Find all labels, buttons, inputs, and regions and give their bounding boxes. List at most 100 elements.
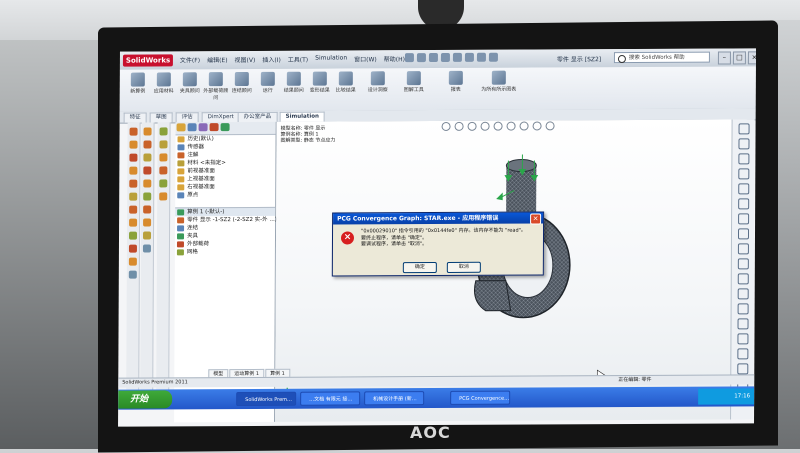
sweep-icon[interactable] xyxy=(129,167,137,175)
save-icon[interactable] xyxy=(429,53,438,62)
axis-icon[interactable] xyxy=(143,244,151,252)
move-face-icon[interactable] xyxy=(143,218,151,226)
draft-icon[interactable] xyxy=(143,153,151,161)
dimxpert-tab-icon[interactable] xyxy=(210,123,219,131)
menu-edit[interactable]: 编辑(E) xyxy=(207,55,228,64)
cmd-connections[interactable]: 连结顾问 xyxy=(228,72,256,94)
chamfer-icon[interactable] xyxy=(129,206,137,214)
design-library-icon[interactable] xyxy=(738,138,749,149)
tree-item-origin[interactable]: 原点 xyxy=(175,191,275,200)
dialog-close-button[interactable]: × xyxy=(530,213,541,224)
task-document[interactable]: …文档 有限元 接… xyxy=(300,391,360,405)
extrude-icon[interactable] xyxy=(129,141,137,149)
spline-icon[interactable] xyxy=(737,273,748,284)
file-explorer-icon[interactable] xyxy=(738,153,749,164)
cmd-apply-material[interactable]: 应用材料 xyxy=(150,72,178,94)
menu-file[interactable]: 文件(F) xyxy=(180,55,200,64)
ok-button[interactable]: 确定 xyxy=(403,262,437,273)
undo-icon[interactable] xyxy=(453,53,462,62)
resources-icon[interactable] xyxy=(738,123,749,134)
offset-icon[interactable] xyxy=(737,333,748,344)
rib-icon[interactable] xyxy=(129,232,137,240)
appearances-icon[interactable] xyxy=(738,183,749,194)
select-icon[interactable] xyxy=(465,53,474,62)
cmd-report[interactable]: 报表 xyxy=(438,71,474,93)
rebuild-icon[interactable] xyxy=(477,53,486,62)
pattern-icon[interactable] xyxy=(737,363,748,374)
mass-icon[interactable] xyxy=(159,140,167,148)
minimize-button[interactable]: – xyxy=(718,51,731,64)
rectangle-icon[interactable] xyxy=(737,258,748,269)
fillet-icon[interactable] xyxy=(129,193,137,201)
tab-evaluate[interactable]: 评估 xyxy=(176,112,199,122)
maximize-button[interactable]: □ xyxy=(733,51,746,64)
menu-view[interactable]: 视图(V) xyxy=(235,55,256,64)
cmd-fixtures[interactable]: 夹具顾问 xyxy=(176,72,204,94)
scale-icon[interactable] xyxy=(143,231,151,239)
tab-simulation[interactable]: Simulation xyxy=(280,112,325,122)
cancel-button[interactable]: 取消 xyxy=(447,262,481,273)
start-button[interactable]: 开始 xyxy=(118,390,172,408)
task-pcg[interactable]: PCG Convergence… xyxy=(450,391,510,405)
task-handbook[interactable]: 机械设计手册 (新… xyxy=(364,391,424,405)
tab-sketch[interactable]: 草图 xyxy=(150,112,173,122)
menu-help[interactable]: 帮助(H) xyxy=(384,54,405,63)
measure-icon[interactable] xyxy=(160,127,168,135)
cmd-deformed[interactable]: 变形结果 xyxy=(306,72,334,94)
thickness-icon[interactable] xyxy=(159,192,167,200)
menu-insert[interactable]: 插入(I) xyxy=(262,55,281,64)
cut-icon[interactable] xyxy=(143,140,151,148)
circle-icon[interactable] xyxy=(737,228,748,239)
close-window-button[interactable]: × xyxy=(748,51,756,64)
wrap-icon[interactable] xyxy=(143,179,151,187)
dome-icon[interactable] xyxy=(143,166,151,174)
dimension-icon[interactable] xyxy=(737,288,748,299)
tab-features[interactable]: 特征 xyxy=(124,113,147,123)
mirror-entities-icon[interactable] xyxy=(737,348,748,359)
menu-tools[interactable]: 工具(T) xyxy=(288,55,308,64)
shell-icon[interactable] xyxy=(129,219,137,227)
arc-icon[interactable] xyxy=(737,243,748,254)
display-tab-icon[interactable] xyxy=(221,123,230,131)
plane-icon[interactable] xyxy=(129,271,137,279)
revolve-icon[interactable] xyxy=(129,154,137,162)
trim-icon[interactable] xyxy=(737,318,748,329)
mirror-icon[interactable] xyxy=(129,258,137,266)
print-icon[interactable] xyxy=(441,53,450,62)
hole-icon[interactable] xyxy=(144,127,152,135)
cmd-compare[interactable]: 比较结果 xyxy=(332,71,360,93)
pattern-icon[interactable] xyxy=(129,245,137,253)
cmd-loads[interactable]: 外部载荷顾问 xyxy=(202,72,230,101)
check-icon[interactable] xyxy=(159,166,167,174)
section-icon[interactable] xyxy=(159,153,167,161)
cmd-plot-tools[interactable]: 图解工具 xyxy=(396,71,432,93)
loft-icon[interactable] xyxy=(129,180,137,188)
cmd-new-study[interactable]: 新算例 xyxy=(124,72,152,94)
sketch-icon[interactable] xyxy=(130,128,138,136)
new-icon[interactable] xyxy=(405,53,414,62)
dialog-title[interactable]: PCG Convergence Graph: STAR.exe - 应用程序错误 xyxy=(333,212,543,224)
tab-office[interactable]: 办公室产品 xyxy=(238,112,278,122)
draft-analysis-icon[interactable] xyxy=(159,179,167,187)
options-icon[interactable] xyxy=(489,53,498,62)
task-solidworks[interactable]: SolidWorks Prem… xyxy=(236,392,296,406)
cmd-design-insight[interactable]: 设计洞察 xyxy=(360,71,396,93)
menu-simulation[interactable]: Simulation xyxy=(315,54,347,63)
view-palette-icon[interactable] xyxy=(738,168,749,179)
custom-properties-icon[interactable] xyxy=(738,198,749,209)
open-icon[interactable] xyxy=(417,53,426,62)
relation-icon[interactable] xyxy=(737,303,748,314)
search-input[interactable]: 搜索 SolidWorks 帮助 xyxy=(614,52,710,64)
solidworks-logo[interactable]: SolidWorks xyxy=(123,54,173,66)
cmd-include-plots[interactable]: 为所有所示图表 xyxy=(474,71,524,93)
property-tab-icon[interactable] xyxy=(188,123,197,131)
sim-item-mesh[interactable]: 网格 xyxy=(175,248,275,257)
config-tab-icon[interactable] xyxy=(199,123,208,131)
cmd-results[interactable]: 结果顾问 xyxy=(280,72,308,94)
split-icon[interactable] xyxy=(143,205,151,213)
cmd-run[interactable]: 运行 xyxy=(254,72,282,94)
tab-dimxpert[interactable]: DimXpert xyxy=(202,112,240,122)
menu-window[interactable]: 窗口(W) xyxy=(354,54,377,63)
curve-icon[interactable] xyxy=(143,192,151,200)
clock[interactable]: 17:16 xyxy=(734,393,750,399)
